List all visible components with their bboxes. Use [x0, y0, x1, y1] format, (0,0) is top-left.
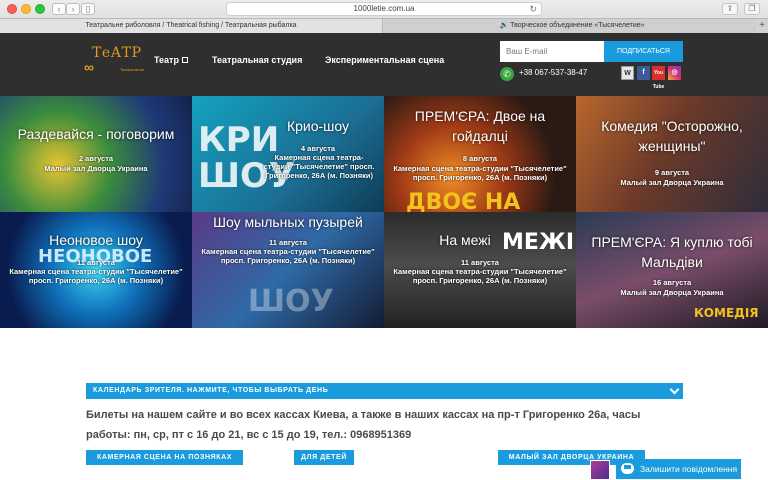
event-card[interactable]: КОМЕДІЯ ПРЕМ'ЄРА: Я куплю тобі Мальдіви … — [576, 212, 768, 328]
new-tab-button[interactable]: + — [756, 19, 768, 34]
close-window-button[interactable] — [7, 4, 17, 14]
event-card[interactable]: МЕЖІ На межі 11 августа Камерная сцена т… — [384, 212, 576, 328]
event-card[interactable]: Комедия "Осторожно, женщины" 9 августа М… — [576, 96, 768, 212]
event-place: Камерная сцена театра-студии "Тысячелети… — [263, 153, 375, 180]
event-date: 11 августа — [269, 238, 307, 247]
logo-subtitle: Тысячелетие — [120, 67, 145, 72]
venue-button-poznyaki[interactable]: КАМЕРНАЯ СЦЕНА НА ПОЗНЯКАХ — [86, 450, 243, 465]
chat-label: Залишити повідомлення — [640, 464, 738, 474]
poster-word: ДВОЄ НА — [406, 190, 521, 212]
event-place: Камерная сцена театра-студии "Тысячелети… — [9, 267, 183, 285]
minimize-window-button[interactable] — [21, 4, 31, 14]
facebook-icon[interactable]: f — [637, 66, 650, 80]
event-date: 16 августа — [652, 278, 692, 287]
menu-label: Театр — [154, 55, 179, 65]
back-button[interactable]: ‹ — [52, 3, 66, 15]
tab-label: Театральне риболовля / Theatrical fishin… — [85, 22, 297, 29]
poster-word: ШОУ — [248, 284, 334, 319]
event-title: Раздевайся - поговорим — [17, 126, 175, 142]
dropdown-square-icon — [181, 57, 188, 63]
infinity-icon: ∞ — [84, 59, 94, 75]
forward-button[interactable]: › — [66, 3, 80, 15]
phone-number[interactable]: +38 067-537-38-47 — [519, 68, 587, 77]
event-place: Малый зал Дворца Украина — [620, 178, 724, 187]
instagram-icon[interactable]: ◎ — [668, 66, 681, 80]
tab-fishing[interactable]: Театральне риболовля / Theatrical fishin… — [0, 19, 383, 34]
site-header: ТеАТР ∞ Тысячелетие Театр Театральная ст… — [0, 33, 768, 96]
email-input[interactable] — [500, 41, 604, 62]
calendar-toggle[interactable]: КАЛЕНДАРЬ ЗРИТЕЛЯ. НАЖМИТЕ, ЧТОБЫ ВЫБРАТ… — [86, 383, 683, 399]
chevron-down-icon — [669, 384, 680, 395]
event-place: Камерная сцена театра-студии "Тысячелети… — [393, 267, 567, 285]
browser-toolbar: ‹ › ▯ 1000letie.com.ua ↻ ⇪ ❐ — [0, 0, 768, 18]
tab-label: Творческое объединение «Тысячелетие» — [510, 22, 645, 29]
event-title: ПРЕМ'ЄРА: Я куплю тобі Мальдіви — [591, 234, 753, 270]
chat-widget-button[interactable]: Залишити повідомлення — [616, 459, 741, 479]
event-card[interactable]: ШОУ Шоу мыльных пузырей 11 августа Камер… — [192, 212, 384, 328]
event-date: 2 августа — [78, 154, 114, 163]
event-title: Неоновое шоу — [49, 232, 143, 248]
share-button[interactable]: ⇪ — [722, 3, 738, 15]
ticket-info-text: Билеты на нашем сайте и во всех кассах К… — [86, 409, 641, 441]
menu-theatre[interactable]: Театр — [154, 55, 188, 65]
browser-chrome: ‹ › ▯ 1000letie.com.ua ↻ ⇪ ❐ Театральне … — [0, 0, 768, 34]
event-date: 11 августа — [461, 258, 499, 267]
event-date: 9 августа — [654, 168, 690, 177]
venue-button-kids[interactable]: ДЛЯ ДЕТЕЙ — [294, 450, 354, 465]
speaker-icon[interactable]: 🔊 — [499, 22, 508, 29]
event-place: Малый зал Дворца Украина — [620, 288, 724, 297]
calendar-label: КАЛЕНДАРЬ ЗРИТЕЛЯ. НАЖМИТЕ, ЧТОБЫ ВЫБРАТ… — [93, 387, 329, 394]
menu-experimental[interactable]: Экспериментальная сцена — [325, 55, 444, 65]
events-grid: Раздевайся - поговорим 2 августа Малый з… — [0, 96, 768, 328]
event-place: Камерная сцена театра-студии "Тысячелети… — [393, 164, 567, 182]
site-logo[interactable]: ТеАТР ∞ Тысячелетие — [84, 45, 144, 79]
event-place: Камерная сцена театра-студии "Тысячелети… — [201, 247, 375, 265]
event-title: Комедия "Осторожно, женщины" — [601, 118, 743, 154]
address-text: 1000letie.com.ua — [353, 4, 415, 13]
event-date: 4 августа — [300, 144, 336, 153]
event-title: На межі — [439, 232, 491, 248]
event-title: Крио-шоу — [286, 118, 350, 134]
tab-tysyacheletie[interactable]: 🔊 Творческое объединение «Тысячелетие» — [384, 19, 756, 34]
address-bar[interactable]: 1000letie.com.ua ↻ — [226, 2, 542, 16]
youtube-icon[interactable]: You Tube — [652, 66, 665, 90]
sidebar-toggle-button[interactable]: ▯ — [81, 3, 95, 15]
event-card[interactable]: ДВОЄ НА ПРЕМ'ЄРА: Двое на гойдалці 8 авг… — [384, 96, 576, 212]
chat-avatar[interactable] — [590, 460, 610, 480]
event-title: Шоу мыльных пузырей — [213, 214, 363, 230]
event-title: ПРЕМ'ЄРА: Двое на гойдалці — [414, 108, 546, 144]
event-card[interactable]: КРИ ШОУ Крио-шоу 4 августа Камерная сцен… — [192, 96, 384, 212]
fullscreen-window-button[interactable] — [35, 4, 45, 14]
wikipedia-icon[interactable]: W — [621, 66, 634, 80]
tabs-overview-button[interactable]: ❐ — [744, 3, 760, 15]
chat-bubble-icon — [621, 463, 634, 474]
poster-word: КОМЕДІЯ — [694, 306, 759, 320]
subscribe-button[interactable]: ПОДПИСАТЬСЯ — [604, 41, 683, 62]
event-date: 11 августа — [77, 258, 115, 267]
event-card[interactable]: НЕОНОВОЕ Неоновое шоу 11 августа Камерна… — [0, 212, 192, 328]
menu-studio[interactable]: Театральная студия — [212, 55, 302, 65]
event-place: Малый зал Дворца Украина — [44, 164, 148, 173]
reload-icon[interactable]: ↻ — [529, 3, 537, 15]
logo-text: ТеАТР — [92, 45, 142, 61]
tab-bar: Театральне риболовля / Theatrical fishin… — [0, 18, 768, 34]
event-card[interactable]: Раздевайся - поговорим 2 августа Малый з… — [0, 96, 192, 212]
event-date: 8 августа — [462, 154, 498, 163]
phone-icon: ✆ — [500, 67, 514, 81]
